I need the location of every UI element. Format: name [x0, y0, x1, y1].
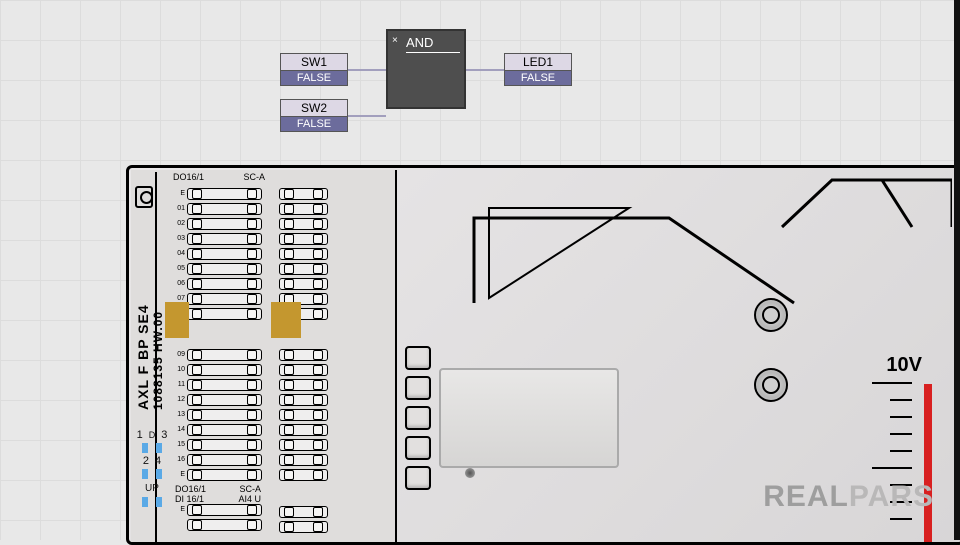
highlight-block [271, 302, 301, 338]
io-value: FALSE [505, 71, 571, 85]
io-label: SW2 [281, 100, 347, 117]
output-led1[interactable]: LED1 FALSE [504, 53, 572, 86]
panel-button[interactable] [405, 346, 431, 370]
frame-edge [954, 0, 960, 540]
logic-diagram: SW1 FALSE SW2 FALSE × AND LED1 FALSE [280, 25, 600, 145]
bolt-icon [754, 298, 788, 332]
panel-button[interactable] [405, 466, 431, 490]
gauge-label: 10V [830, 354, 940, 377]
reset-icon [135, 186, 153, 208]
panel-outline [469, 178, 799, 308]
wire [466, 69, 504, 71]
up-label: UP [135, 482, 169, 496]
button-column [405, 340, 431, 496]
input-sw2[interactable]: SW2 FALSE [280, 99, 348, 132]
gate-pin-icon: × [392, 35, 400, 43]
panel-button[interactable] [405, 376, 431, 400]
panel-button[interactable] [405, 406, 431, 430]
highlight-block [165, 302, 189, 338]
panel-outline-right [772, 172, 952, 232]
module-sc-a [277, 170, 333, 545]
indicator-block: 1D3 24 UP [135, 428, 169, 508]
module-header-left: DO16/1 [173, 172, 204, 182]
board-serial-label: 1088135 HW.00 [151, 270, 165, 410]
gate-type: AND [406, 35, 460, 53]
input-sw1[interactable]: SW1 FALSE [280, 53, 348, 86]
io-value: FALSE [281, 71, 347, 85]
hardware-panel: AXL F BP SE4 1088135 HW.00 1D3 24 UP DO1… [126, 165, 960, 545]
terminal-column: E 01 02 03 04 05 06 07 08 09 10 11 12 13… [173, 186, 263, 532]
bolt-icon [754, 368, 788, 402]
io-label: LED1 [505, 54, 571, 71]
and-gate[interactable]: × AND [386, 29, 466, 109]
watermark: REALPARS [763, 480, 934, 514]
module-header-right: SC-A [243, 172, 265, 182]
gauge-needle [924, 384, 932, 545]
panel-button[interactable] [405, 436, 431, 460]
module-do16: DO16/1 SC-A E 01 02 03 04 05 06 07 08 09… [171, 170, 267, 545]
panel-dot-icon [465, 468, 475, 478]
inner-panel [439, 368, 619, 468]
io-value: FALSE [281, 117, 347, 131]
board-model-label: AXL F BP SE4 [135, 270, 151, 410]
io-board: AXL F BP SE4 1088135 HW.00 1D3 24 UP DO1… [131, 170, 397, 545]
wire [348, 69, 386, 71]
wire [348, 115, 386, 117]
io-label: SW1 [281, 54, 347, 71]
